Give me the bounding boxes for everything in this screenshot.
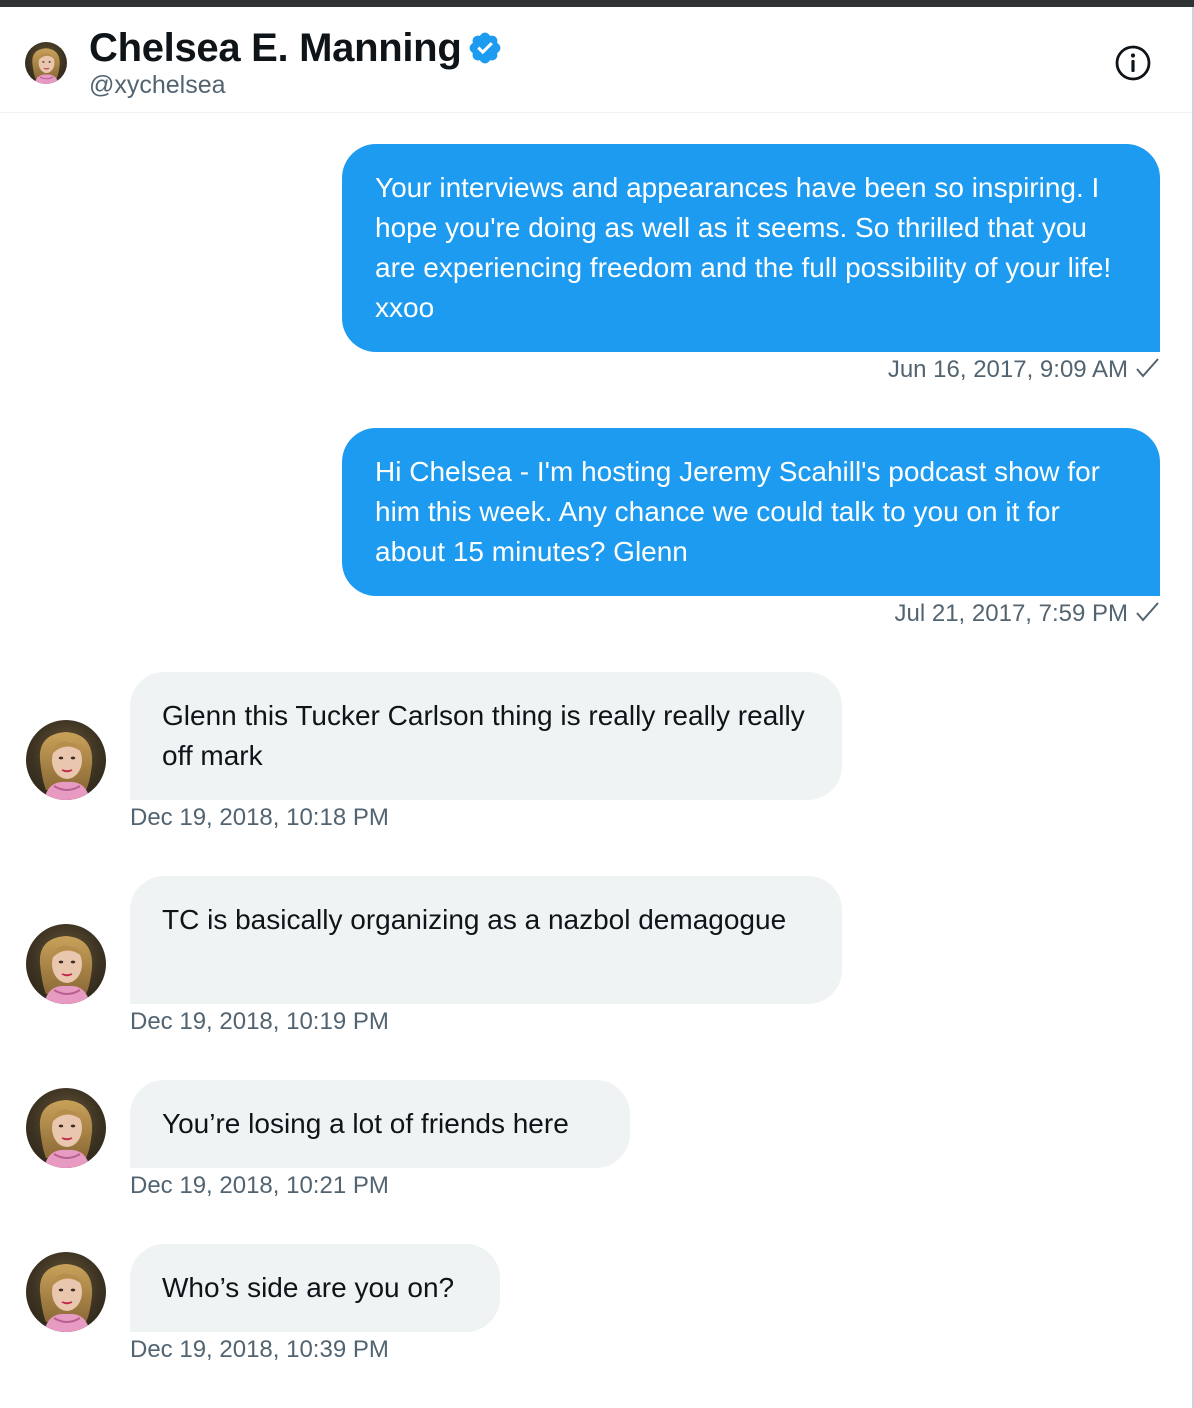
check-icon [1136, 602, 1159, 622]
timestamp-text: Jul 21, 2017, 7:59 PM [894, 600, 1128, 627]
avatar[interactable] [26, 1252, 106, 1332]
avatar[interactable] [26, 924, 106, 1004]
avatar[interactable] [26, 720, 106, 800]
conversation-header: Chelsea E. Manning @xychelsea [0, 7, 1192, 113]
avatar-image [25, 42, 67, 84]
message-text: Who’s side are you on? [162, 1272, 455, 1303]
contact-name[interactable]: Chelsea E. Manning [89, 26, 462, 71]
message-text: TC is basically organizing as a nazbol d… [162, 904, 787, 935]
message-bubble-incoming[interactable]: Who’s side are you on? [130, 1244, 500, 1332]
message-timestamp: Dec 19, 2018, 10:18 PM [130, 804, 389, 831]
message-text: Your interviews and appearances have bee… [375, 172, 1112, 323]
message-timestamp: Dec 19, 2018, 10:21 PM [130, 1172, 389, 1199]
avatar-image [26, 1252, 106, 1332]
message-text: Hi Chelsea - I'm hosting Jeremy Scahill'… [375, 456, 1100, 567]
message-bubble-incoming[interactable]: You’re losing a lot of friends here [130, 1080, 630, 1168]
message-timestamp: Dec 19, 2018, 10:19 PM [130, 1008, 389, 1035]
message-text: Glenn this Tucker Carlson thing is reall… [162, 700, 805, 771]
message-bubble-outgoing[interactable]: Hi Chelsea - I'm hosting Jeremy Scahill'… [342, 428, 1160, 596]
message-bubble-outgoing[interactable]: Your interviews and appearances have bee… [342, 144, 1160, 352]
check-icon [1136, 358, 1159, 378]
message-bubble-incoming[interactable]: TC is basically organizing as a nazbol d… [130, 876, 842, 1004]
timestamp-text: Jun 16, 2017, 9:09 AM [887, 356, 1128, 383]
contact-handle[interactable]: @xychelsea [89, 71, 226, 100]
info-icon[interactable] [1114, 44, 1152, 82]
avatar[interactable] [25, 42, 67, 84]
avatar-image [26, 924, 106, 1004]
message-bubble-incoming[interactable]: Glenn this Tucker Carlson thing is reall… [130, 672, 842, 800]
header-name-row: Chelsea E. Manning [89, 25, 503, 71]
verified-badge-icon [470, 32, 501, 64]
avatar-image [26, 1088, 106, 1168]
avatar-image [26, 720, 106, 800]
window-top-bar [0, 0, 1194, 7]
avatar[interactable] [26, 1088, 106, 1168]
message-timestamp: Dec 19, 2018, 10:39 PM [130, 1336, 389, 1363]
message-timestamp: Jul 21, 2017, 7:59 PM [895, 600, 1160, 628]
message-text: You’re losing a lot of friends here [162, 1108, 569, 1139]
message-timestamp: Jun 16, 2017, 9:09 AM [888, 356, 1160, 384]
